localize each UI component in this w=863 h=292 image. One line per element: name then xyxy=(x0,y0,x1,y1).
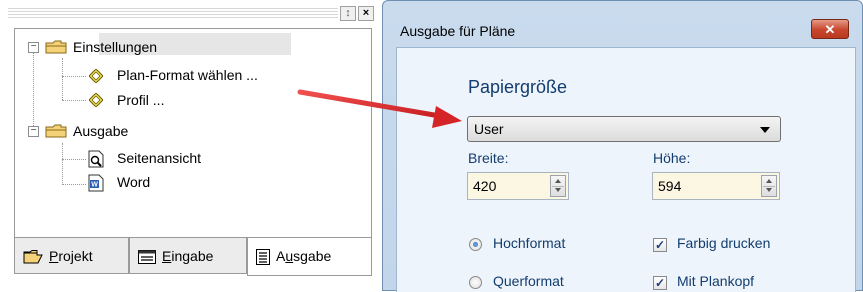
ausgabe-dialog: Ausgabe für Pläne ✕ Papiergröße User Bre… xyxy=(382,0,863,292)
mit-plankopf-label: Mit Plankopf xyxy=(677,273,755,289)
tree-connector xyxy=(62,159,86,160)
collapse-icon[interactable]: − xyxy=(28,42,39,53)
tree-item-label: Einstellungen xyxy=(73,39,158,55)
width-label: Breite: xyxy=(468,150,509,166)
tab-ausgabe[interactable]: Ausgabe xyxy=(247,238,372,276)
project-tree-panel: ↕ × − Einstellungen Plan-Format wählen .… xyxy=(0,0,382,291)
tree-view xyxy=(14,28,372,238)
checkbox-farbig-drucken[interactable]: ✓ xyxy=(653,238,667,252)
pin-button[interactable]: ↕ xyxy=(340,6,356,21)
tree-connector xyxy=(62,100,86,101)
tree-item-label: Word xyxy=(117,174,151,190)
folder-icon xyxy=(45,40,67,54)
tree-item-plan-format[interactable]: Plan-Format wählen ... xyxy=(117,65,258,85)
word-document-icon: W xyxy=(88,174,104,192)
tree-connector xyxy=(62,184,86,185)
spin-up-icon xyxy=(555,179,561,183)
diamond-icon xyxy=(89,69,103,83)
tab-projekt[interactable]: Projekt xyxy=(14,238,129,274)
height-input[interactable]: 594 xyxy=(652,172,780,200)
hochformat-label: Hochformat xyxy=(493,235,566,251)
section-title-papiergroesse: Papiergröße xyxy=(468,77,568,97)
farbig-drucken-label: Farbig drucken xyxy=(677,235,771,251)
dialog-title: Ausgabe für Pläne xyxy=(400,23,516,39)
tree-connector xyxy=(62,76,86,77)
tab-eingabe[interactable]: Eingabe xyxy=(129,238,247,274)
panel-header: ↕ × xyxy=(8,4,376,24)
tree-connector xyxy=(62,143,63,185)
svg-text:W: W xyxy=(91,182,98,189)
checkbox-mit-plankopf[interactable]: ✓ xyxy=(653,276,667,290)
tree-item-einstellungen[interactable]: Einstellungen xyxy=(73,37,157,57)
tree-item-label: Plan-Format wählen ... xyxy=(117,67,258,83)
dropdown-arrow-icon xyxy=(760,127,770,133)
tree-item-ausgabe[interactable]: Ausgabe xyxy=(73,121,128,141)
radio-hochformat[interactable] xyxy=(469,238,482,251)
querformat-label: Querformat xyxy=(493,273,564,289)
tree-item-seitenansicht[interactable]: Seitenansicht xyxy=(117,148,201,168)
tree-item-label: Seitenansicht xyxy=(117,150,202,166)
output-document-icon xyxy=(256,249,270,266)
width-value: 420 xyxy=(473,178,497,194)
folder-icon xyxy=(45,124,67,138)
tree-item-label: Profil ... xyxy=(117,92,165,108)
tree-connector xyxy=(33,52,34,136)
dialog-close-button[interactable]: ✕ xyxy=(811,19,849,39)
width-input[interactable]: 420 xyxy=(467,172,569,200)
tree-item-profil[interactable]: Profil ... xyxy=(117,90,164,110)
panel-close-button[interactable]: × xyxy=(358,6,374,21)
width-spinner[interactable] xyxy=(550,175,566,197)
paper-size-select[interactable]: User xyxy=(467,116,781,142)
diamond-icon xyxy=(89,93,103,107)
spin-down-icon xyxy=(766,188,772,192)
spin-down-icon xyxy=(555,188,561,192)
collapse-icon[interactable]: − xyxy=(28,126,39,137)
height-spinner[interactable] xyxy=(761,175,777,197)
tree-item-word[interactable]: Word xyxy=(117,172,150,192)
height-label: Höhe: xyxy=(653,150,691,166)
tree-connector xyxy=(62,58,63,100)
paper-size-value: User xyxy=(474,121,504,137)
folder-open-icon xyxy=(23,250,43,264)
panel-tabs: Projekt Eingabe Ausgabe xyxy=(14,238,372,278)
height-value: 594 xyxy=(658,178,682,194)
input-form-icon xyxy=(138,250,156,265)
tree-item-label: Ausgabe xyxy=(73,123,129,139)
radio-querformat[interactable] xyxy=(469,276,482,289)
panel-grip[interactable] xyxy=(8,8,338,20)
print-preview-icon xyxy=(88,150,104,168)
dialog-body: Papiergröße User Breite: 420 Höhe: 594 H… xyxy=(396,47,856,292)
spin-up-icon xyxy=(766,179,772,183)
